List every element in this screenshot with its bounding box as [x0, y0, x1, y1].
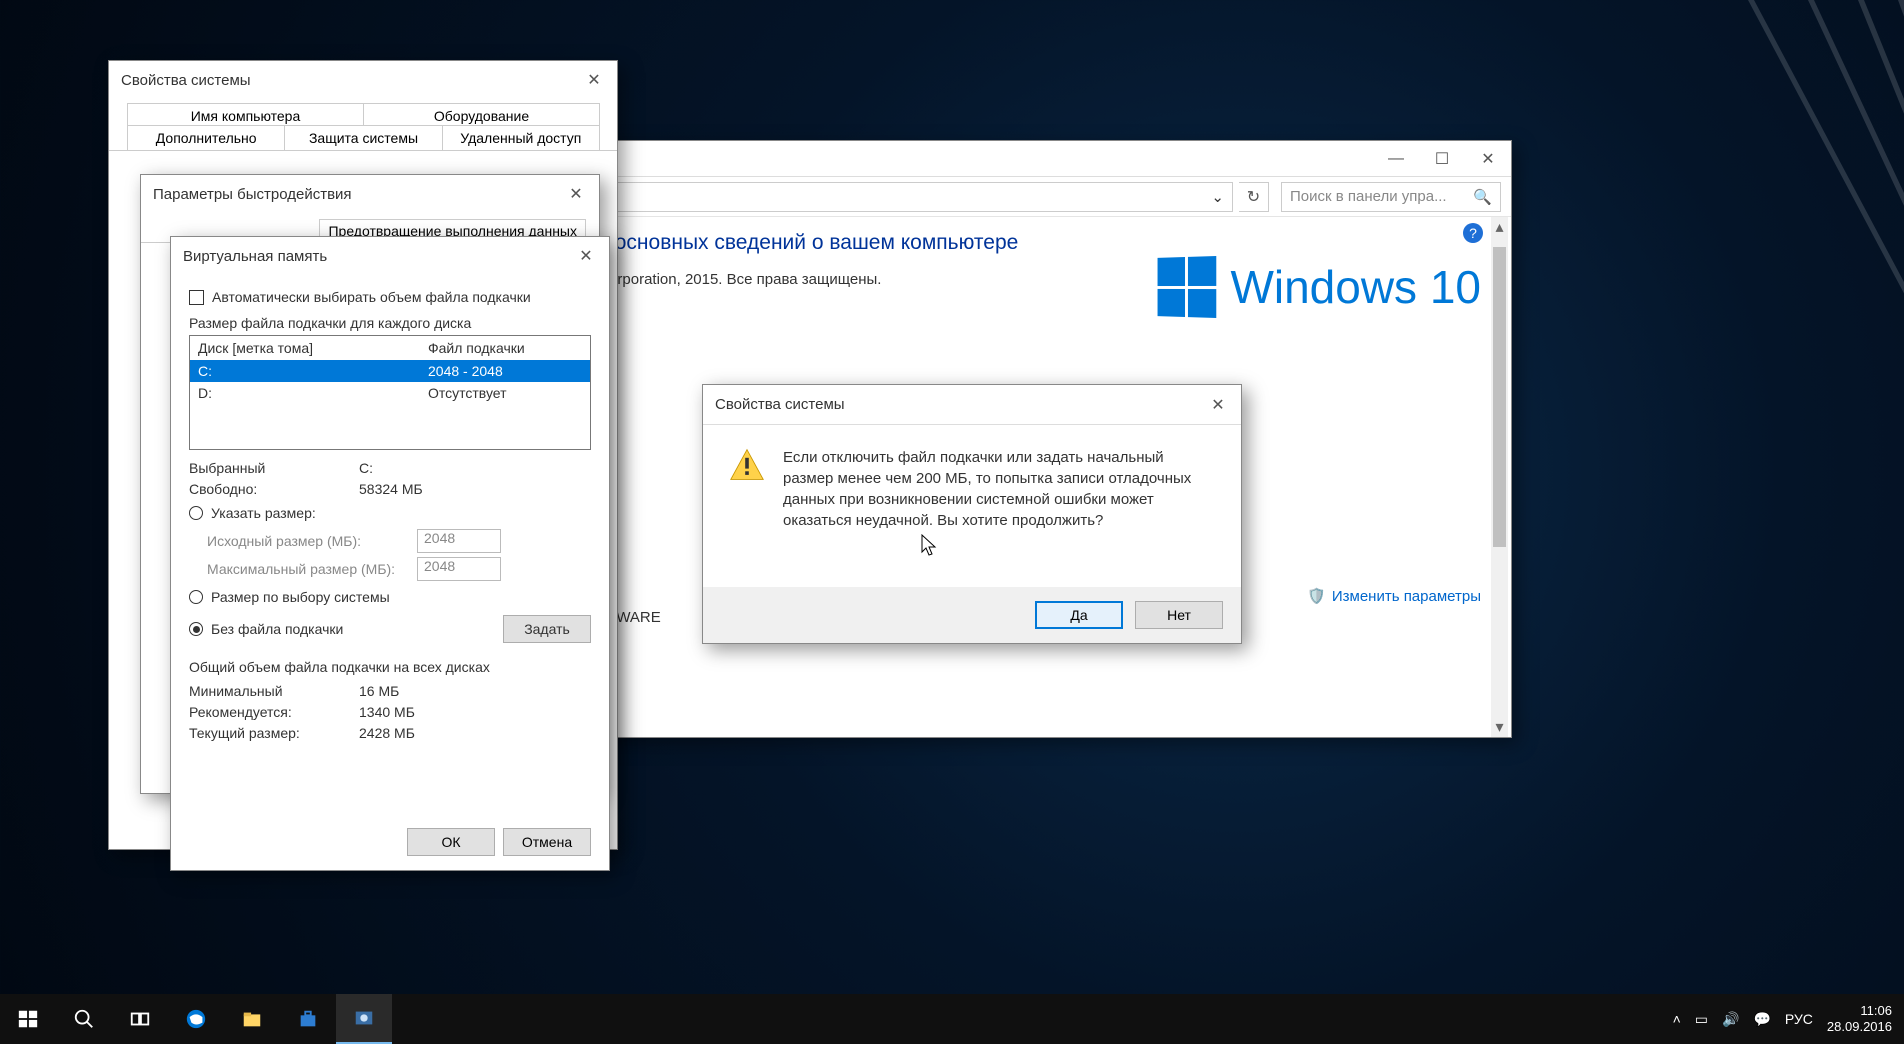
search-input[interactable]: Поиск в панели упра... 🔍	[1281, 182, 1501, 212]
scroll-down-icon[interactable]: ▾	[1491, 717, 1508, 737]
message-text: Если отключить файл подкачки или задать …	[783, 447, 1215, 531]
tabs: Имя компьютера Оборудование Дополнительн…	[109, 99, 617, 151]
warning-icon	[729, 447, 765, 483]
drive-row[interactable]: D:Отсутствует	[190, 382, 590, 404]
taskbar-explorer[interactable]	[224, 994, 280, 1044]
max-size-input[interactable]: 2048	[417, 557, 501, 581]
virtual-memory-dialog: Виртуальная память Автоматически выбират…	[170, 236, 610, 871]
tab-system-protection[interactable]: Защита системы	[284, 125, 442, 150]
volume-icon[interactable]: 🔊	[1722, 1011, 1739, 1028]
section-label: Размер файла подкачки для каждого диска	[189, 315, 591, 331]
clock[interactable]: 11:06 28.09.2016	[1827, 1003, 1892, 1034]
dialog-titlebar: Свойства системы	[703, 385, 1241, 425]
taskbar: ˄ ▭ 🔊 💬 РУС 11:06 28.09.2016	[0, 994, 1904, 1044]
taskbar-control-panel[interactable]	[336, 994, 392, 1044]
change-settings-link[interactable]: 🛡️ Изменить параметры	[1307, 587, 1481, 605]
tray-expand-icon[interactable]: ˄	[1673, 1011, 1681, 1027]
drive-list[interactable]: Диск [метка тома]Файл подкачки C:2048 - …	[189, 335, 591, 450]
radio-icon	[189, 506, 203, 520]
scrollbar-thumb[interactable]	[1493, 247, 1506, 547]
radio-system-size[interactable]: Размер по выбору системы	[189, 589, 591, 605]
close-button[interactable]	[553, 175, 599, 213]
dialog-title: Свойства системы	[121, 72, 251, 89]
system-tray: ˄ ▭ 🔊 💬 РУС 11:06 28.09.2016	[1673, 1003, 1904, 1034]
network-icon[interactable]: ▭	[1695, 1011, 1708, 1028]
dialog-titlebar: Свойства системы	[109, 61, 617, 99]
page-title: Просмотр основных сведений о вашем компь…	[513, 231, 1491, 255]
set-button[interactable]: Задать	[503, 615, 591, 643]
dialog-title: Свойства системы	[715, 396, 845, 413]
scroll-up-icon[interactable]: ▴	[1491, 217, 1508, 237]
chevron-down-icon[interactable]: ⌄	[1211, 188, 1224, 206]
radio-no-pagefile[interactable]: Без файла подкачки	[189, 621, 503, 637]
shield-icon: 🛡️	[1307, 587, 1326, 605]
radio-icon	[189, 622, 203, 636]
tab-advanced[interactable]: Дополнительно	[127, 125, 285, 150]
drive-row[interactable]: C:2048 - 2048	[190, 360, 590, 382]
dialog-title: Параметры быстродействия	[153, 186, 352, 203]
cancel-button[interactable]: Отмена	[503, 828, 591, 856]
radio-icon	[189, 590, 203, 604]
ok-button[interactable]: ОК	[407, 828, 495, 856]
minimize-button[interactable]	[1373, 140, 1419, 178]
taskbar-store[interactable]	[280, 994, 336, 1044]
close-button[interactable]	[563, 237, 609, 275]
close-button[interactable]	[1465, 140, 1511, 178]
auto-manage-checkbox[interactable]: Автоматически выбирать объем файла подка…	[189, 289, 591, 305]
dialog-titlebar: Виртуальная память	[171, 237, 609, 275]
refresh-button[interactable]: ↻	[1239, 182, 1269, 212]
help-icon[interactable]: ?	[1463, 223, 1483, 243]
search-icon: 🔍	[1473, 188, 1492, 206]
close-button[interactable]	[1195, 386, 1241, 424]
radio-custom-size[interactable]: Указать размер:	[189, 505, 591, 521]
task-view-button[interactable]	[112, 994, 168, 1044]
dialog-titlebar: Параметры быстродействия	[141, 175, 599, 213]
checkbox-icon	[189, 290, 204, 305]
maximize-button[interactable]	[1419, 140, 1465, 178]
notifications-icon[interactable]: 💬	[1753, 1011, 1770, 1028]
language-indicator[interactable]: РУС	[1785, 1011, 1813, 1027]
dialog-title: Виртуальная память	[183, 248, 327, 265]
start-button[interactable]	[0, 994, 56, 1044]
scrollbar[interactable]: ▴ ▾	[1491, 217, 1508, 737]
warning-messagebox: Свойства системы Если отключить файл под…	[702, 384, 1242, 644]
windows-10-logo: Windows 10	[1156, 257, 1481, 317]
tab-remote[interactable]: Удаленный доступ	[442, 125, 600, 150]
yes-button[interactable]: Да	[1035, 601, 1123, 629]
section-label: Общий объем файла подкачки на всех диска…	[189, 659, 591, 675]
no-button[interactable]: Нет	[1135, 601, 1223, 629]
initial-size-input[interactable]: 2048	[417, 529, 501, 553]
search-button[interactable]	[56, 994, 112, 1044]
close-button[interactable]	[571, 61, 617, 99]
taskbar-edge[interactable]	[168, 994, 224, 1044]
